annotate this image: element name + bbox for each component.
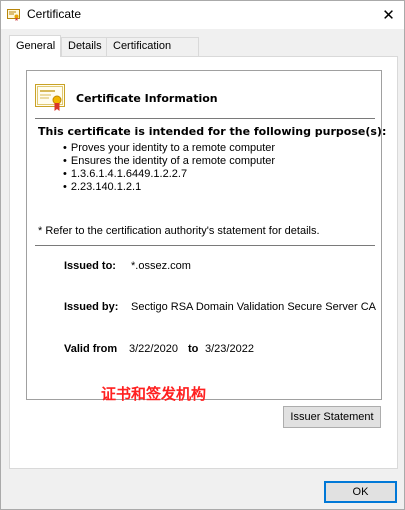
purpose-heading: This certificate is intended for the fol… [38, 125, 387, 138]
certificate-info-box: Certificate Information This certificate… [26, 70, 386, 403]
divider [35, 118, 375, 119]
ok-button[interactable]: OK [324, 481, 397, 503]
issued-by-label: Issued by: [64, 301, 119, 313]
tab-general[interactable]: General [9, 35, 61, 57]
list-item: Proves your identity to a remote compute… [63, 142, 275, 155]
valid-from-value: 3/22/2020 [129, 343, 178, 355]
issued-by-value: Sectigo RSA Domain Validation Secure Ser… [131, 301, 376, 313]
tab-certification-path[interactable]: Certification Path [106, 37, 199, 69]
tab-details[interactable]: Details [61, 37, 107, 56]
divider [35, 245, 375, 246]
title-bar[interactable]: Certificate ✕ [1, 1, 404, 29]
window-title: Certificate [27, 7, 82, 21]
issued-to-value: *.ossez.com [131, 260, 191, 272]
refer-note: * Refer to the certification authority's… [38, 225, 320, 237]
close-icon: ✕ [382, 6, 395, 24]
certificate-information-heading: Certificate Information [76, 92, 218, 105]
certificate-icon [7, 8, 20, 21]
list-item: 1.3.6.1.4.1.6449.1.2.2.7 [63, 168, 275, 181]
certificate-icon [35, 84, 65, 111]
issuer-statement-button[interactable]: Issuer Statement [283, 406, 381, 428]
issued-to-label: Issued to: [64, 260, 116, 272]
list-item: Ensures the identity of a remote compute… [63, 155, 275, 168]
close-button[interactable]: ✕ [373, 1, 404, 29]
purpose-list: Proves your identity to a remote compute… [63, 142, 275, 194]
certificate-dialog: Certificate ✕ General Details Certificat… [0, 0, 405, 510]
valid-from-label: Valid from [64, 343, 118, 355]
general-tab-panel: Certificate Information This certificate… [9, 56, 398, 469]
valid-to-value: 3/23/2022 [205, 343, 254, 355]
list-item: 2.23.140.1.2.1 [63, 181, 275, 194]
valid-to-label: to [188, 343, 199, 355]
annotation-text: 证书和签发机构 [101, 385, 207, 403]
